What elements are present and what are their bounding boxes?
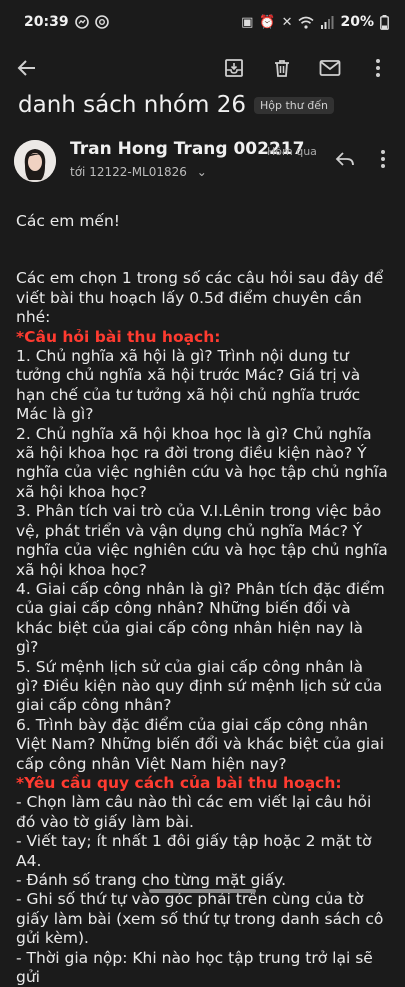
question-item: 2. Chủ nghĩa xã hội khoa học là gì? Chủ … bbox=[16, 424, 388, 501]
arrow-left-icon bbox=[17, 60, 35, 76]
requirement-item: - Ghi số thứ tự vào góc phải trên cùng c… bbox=[16, 890, 384, 948]
delete-icon bbox=[275, 60, 289, 77]
email-body: Các em mến! Các em chọn 1 trong số các c… bbox=[16, 212, 390, 987]
clock: 20:39 bbox=[24, 14, 69, 30]
more-button[interactable] bbox=[365, 55, 391, 81]
question-item: 6. Trình bày đặc điểm của giai cấp công … bbox=[16, 715, 385, 773]
signal-icon bbox=[321, 15, 334, 29]
subject-row: danh sách nhóm 26 Hộp thư đến bbox=[18, 88, 388, 122]
archive-button[interactable] bbox=[221, 55, 247, 81]
question-item: 1. Chủ nghĩa xã hội là gì? Trình nội dun… bbox=[16, 347, 361, 424]
at-icon bbox=[94, 15, 109, 29]
mark-unread-button[interactable] bbox=[317, 55, 343, 81]
chevron-down-icon: ⌄ bbox=[196, 165, 207, 179]
avatar[interactable] bbox=[14, 140, 56, 182]
recipient-line[interactable]: tới 12122-ML01826 ⌄ bbox=[70, 165, 207, 179]
sent-time: Hôm qua bbox=[267, 145, 317, 158]
intro-text: Các em chọn 1 trong số các câu hỏi sau đ… bbox=[16, 269, 384, 327]
delete-button[interactable] bbox=[269, 55, 295, 81]
requirement-item: - Thời gia nộp: Khi nào học tập trung tr… bbox=[16, 948, 373, 987]
battery-icon bbox=[380, 14, 389, 30]
toolbar-actions bbox=[221, 55, 391, 81]
question-item: 5. Sứ mệnh lịch sử của giai cấp công nhâ… bbox=[16, 657, 383, 715]
status-bar: 20:39 ▣ ⏰ ✕ 20% bbox=[0, 0, 405, 44]
mark-unread-icon bbox=[319, 60, 341, 76]
inbox-label[interactable]: Hộp thư đến bbox=[253, 96, 334, 114]
archive-icon bbox=[225, 59, 243, 77]
requirement-item: - Chọn làm câu nào thì các em viết lại c… bbox=[16, 793, 372, 831]
sender-row: Tran Hong Trang 002217 Hôm qua tới 12122… bbox=[14, 136, 394, 186]
messenger-icon bbox=[74, 15, 89, 29]
reply-icon bbox=[335, 152, 354, 166]
back-button[interactable] bbox=[14, 55, 40, 81]
avatar-photo-icon bbox=[14, 140, 56, 182]
question-item: 4. Giai cấp công nhân là gì? Phân tích đ… bbox=[16, 579, 385, 657]
question-item: 3. Phân tích vai trò của V.I.Lênin trong… bbox=[16, 502, 388, 579]
recipient-text: tới 12122-ML01826 bbox=[70, 165, 187, 179]
status-right: ▣ ⏰ ✕ 20% bbox=[241, 14, 389, 30]
message-more-button[interactable] bbox=[370, 146, 396, 172]
more-vert-icon bbox=[376, 59, 380, 77]
requirement-item: - Viết tay; ít nhất 1 đôi giấy tập hoặc … bbox=[16, 832, 372, 870]
questions-heading: *Câu hỏi bài thu hoạch: bbox=[16, 327, 221, 346]
requirement-item: - Đánh số trang cho từng mặt giấy. bbox=[16, 871, 287, 889]
wifi-icon bbox=[298, 16, 315, 29]
reply-button[interactable] bbox=[332, 146, 358, 172]
alarm-icon: ⏰ bbox=[259, 14, 276, 30]
gesture-nav-handle[interactable] bbox=[149, 889, 256, 893]
lock-icon: ▣ bbox=[241, 14, 254, 30]
requirements-heading: *Yêu cầu quy cách của bài thu hoạch: bbox=[16, 773, 342, 792]
greeting: Các em mến! bbox=[16, 212, 121, 230]
mute-icon: ✕ bbox=[281, 14, 293, 30]
status-left: 20:39 bbox=[24, 14, 109, 30]
email-subject: danh sách nhóm 26 bbox=[18, 92, 246, 118]
battery-percent: 20% bbox=[340, 14, 374, 30]
toolbar bbox=[0, 44, 405, 92]
more-vert-icon bbox=[381, 150, 385, 168]
